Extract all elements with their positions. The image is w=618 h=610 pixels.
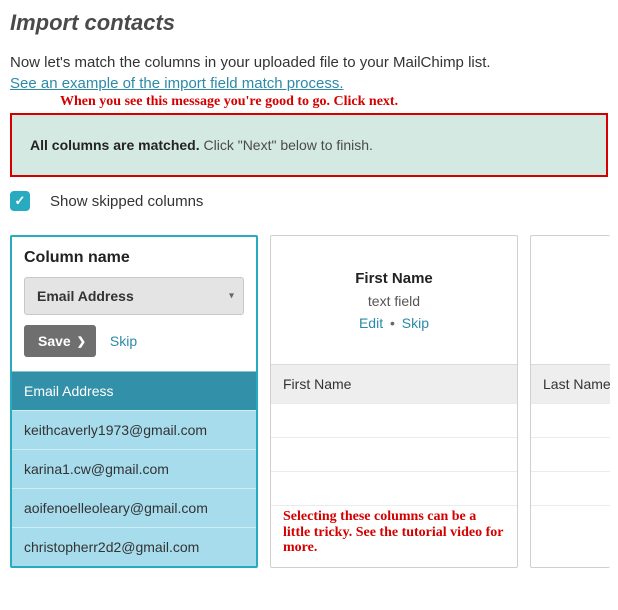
column-head <box>531 236 610 364</box>
column-name-title: Column name <box>24 249 244 267</box>
column-card: First Name text field Edit • Skip First … <box>270 235 518 568</box>
edit-skip-row: Edit • Skip <box>283 315 505 331</box>
column-type-label: text field <box>283 293 505 309</box>
table-row <box>271 471 517 505</box>
field-select[interactable]: Email Address <box>24 277 244 315</box>
save-button-label: Save <box>38 333 71 349</box>
table-row: karina1.cw@gmail.com <box>12 449 256 488</box>
table-header-cell: Email Address <box>12 371 256 410</box>
column-title: First Name <box>283 270 505 287</box>
table-row <box>531 471 610 505</box>
table-header-cell: First Name <box>271 364 517 403</box>
column-head: Column name Email Address ▾ Save ❯ Skip <box>12 237 256 371</box>
table-row <box>271 437 517 471</box>
table-row <box>271 505 517 539</box>
success-rest: Click "Next" below to finish. <box>200 137 373 153</box>
skip-link[interactable]: Skip <box>110 333 137 349</box>
column-head: First Name text field Edit • Skip <box>271 236 517 364</box>
page-title: Import contacts <box>10 10 608 36</box>
table-header-cell: Last Name <box>531 364 610 403</box>
table-row <box>531 505 610 539</box>
skip-link[interactable]: Skip <box>402 315 429 331</box>
columns-container: Column name Email Address ▾ Save ❯ Skip … <box>10 235 608 568</box>
separator-dot: • <box>390 315 395 331</box>
show-skipped-checkbox[interactable]: ✓ <box>10 191 30 211</box>
table-row: aoifenoelleoleary@gmail.com <box>12 488 256 527</box>
chevron-right-icon: ❯ <box>77 335 86 348</box>
example-link[interactable]: See an example of the import field match… <box>10 75 344 92</box>
table-row <box>271 403 517 437</box>
column-card-active: Column name Email Address ▾ Save ❯ Skip … <box>10 235 258 568</box>
edit-link[interactable]: Edit <box>359 315 383 331</box>
table-row: christopherr2d2@gmail.com <box>12 527 256 566</box>
check-icon: ✓ <box>15 193 26 209</box>
success-strong: All columns are matched. <box>30 137 200 153</box>
save-button[interactable]: Save ❯ <box>24 325 96 357</box>
column-card-cut: Last Name <box>530 235 610 568</box>
table-row <box>531 403 610 437</box>
show-skipped-label: Show skipped columns <box>50 193 203 210</box>
table-row <box>531 437 610 471</box>
success-banner: All columns are matched. Click "Next" be… <box>10 113 608 177</box>
match-instruction: Now let's match the columns in your uplo… <box>10 54 608 71</box>
table-row: keithcaverly1973@gmail.com <box>12 410 256 449</box>
annotation-top: When you see this message you're good to… <box>60 94 608 109</box>
